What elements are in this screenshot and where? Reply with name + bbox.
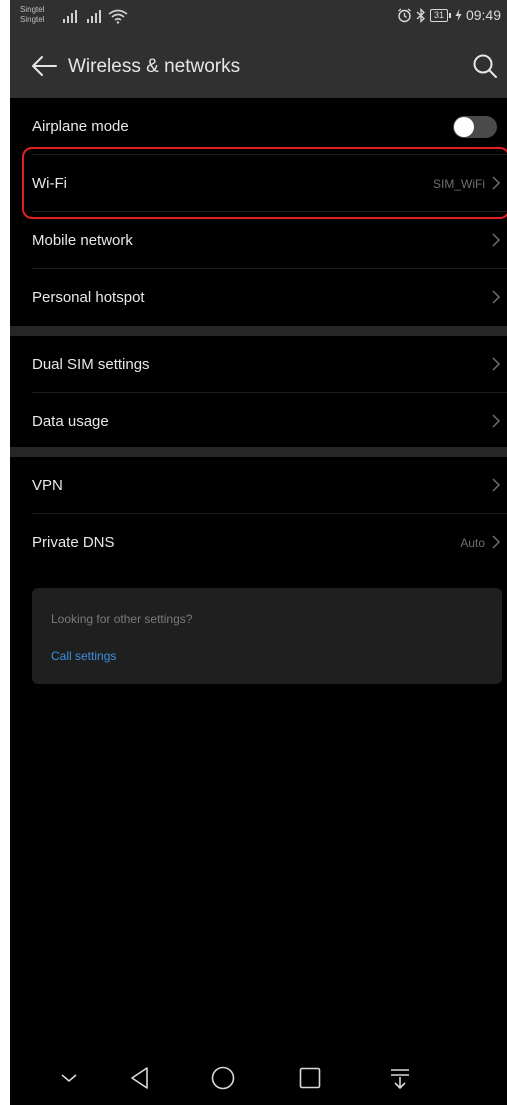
wifi-highlight-box	[22, 147, 507, 219]
setting-private-dns[interactable]: Private DNS Auto	[10, 514, 507, 571]
private-dns-value: Auto	[460, 535, 485, 550]
setting-label: Private DNS	[32, 534, 115, 551]
chevron-right-icon	[492, 478, 501, 492]
suggestion-card: Looking for other settings? Call setting…	[32, 588, 502, 684]
settings-group-privacy: VPN Private DNS Auto	[10, 457, 507, 571]
airplane-mode-toggle[interactable]	[453, 116, 497, 138]
setting-mobile-network[interactable]: Mobile network	[10, 212, 507, 269]
chevron-right-icon	[492, 290, 501, 304]
call-settings-link[interactable]: Call settings	[51, 649, 116, 663]
battery-icon: 31	[429, 8, 451, 22]
phone-screen: Singtel Singtel 31 09:49 Wireless & netw…	[10, 0, 507, 1105]
setting-label: Dual SIM settings	[32, 356, 150, 373]
status-bar: Singtel Singtel 31 09:49	[10, 0, 507, 34]
recents-square-icon[interactable]	[296, 1064, 324, 1092]
back-triangle-icon[interactable]	[126, 1064, 154, 1092]
chevron-right-icon	[492, 535, 501, 549]
navigation-bar	[10, 1050, 507, 1105]
chevron-right-icon	[492, 357, 501, 371]
notification-pulldown-icon[interactable]	[386, 1064, 414, 1092]
setting-dual-sim[interactable]: Dual SIM settings	[10, 336, 507, 393]
suggestion-hint: Looking for other settings?	[51, 612, 193, 626]
back-arrow-icon[interactable]	[30, 54, 58, 78]
setting-vpn[interactable]: VPN	[10, 457, 507, 514]
carrier-2: Singtel	[20, 15, 45, 24]
status-indicators: 31 09:49	[397, 7, 501, 23]
signal-2-icon	[87, 10, 101, 23]
collapse-icon[interactable]	[55, 1064, 83, 1092]
setting-label: Personal hotspot	[32, 289, 145, 306]
setting-label: VPN	[32, 477, 63, 494]
setting-label: Data usage	[32, 413, 109, 430]
chevron-right-icon	[492, 233, 501, 247]
wifi-signal-icon	[108, 9, 128, 24]
home-circle-icon[interactable]	[209, 1064, 237, 1092]
setting-data-usage[interactable]: Data usage	[10, 393, 507, 450]
charging-icon	[455, 9, 462, 21]
setting-label: Mobile network	[32, 232, 133, 249]
app-bar: Wireless & networks	[10, 34, 507, 98]
toggle-knob	[454, 117, 474, 137]
battery-level: 31	[429, 8, 448, 22]
bluetooth-icon	[416, 7, 425, 23]
group-separator	[10, 326, 507, 336]
group-separator	[10, 447, 507, 457]
signal-1-icon	[63, 10, 77, 23]
chevron-right-icon	[492, 414, 501, 428]
setting-personal-hotspot[interactable]: Personal hotspot	[10, 269, 507, 326]
page-title: Wireless & networks	[68, 56, 241, 77]
carrier-names: Singtel Singtel	[20, 5, 44, 25]
carrier-1: Singtel	[20, 5, 45, 14]
alarm-icon	[398, 7, 411, 22]
settings-group-sim: Dual SIM settings Data usage	[10, 336, 507, 450]
clock: 09:49	[465, 7, 501, 23]
search-icon[interactable]	[471, 52, 499, 80]
setting-label: Airplane mode	[32, 118, 129, 135]
